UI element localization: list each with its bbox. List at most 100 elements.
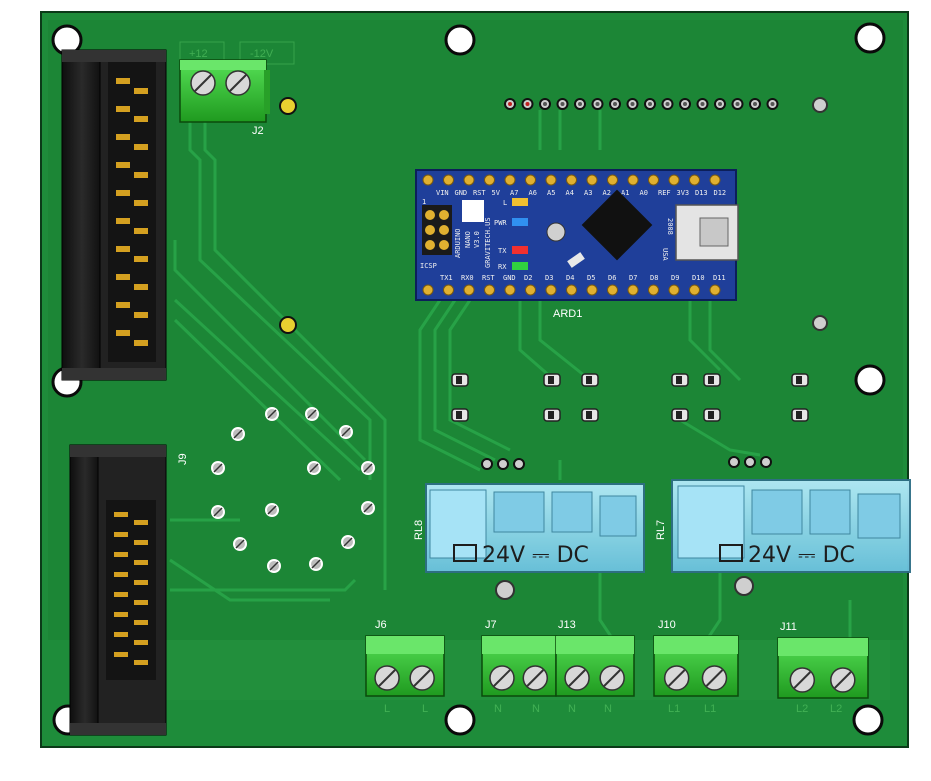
- arduino-top-pin-label: GND: [455, 189, 468, 197]
- arduino-top-pin-label: 3V3: [677, 189, 690, 197]
- arduino-year: 2008: [666, 218, 674, 235]
- header-pin: [116, 134, 130, 140]
- silk-j6-b: L: [422, 703, 428, 715]
- smd-part-body: [708, 376, 714, 384]
- arduino-pin: [586, 174, 598, 186]
- led-pwr-label: PWR: [494, 219, 507, 227]
- header-pin: [114, 552, 128, 557]
- terminal-j6: [365, 635, 445, 697]
- pin-center: [683, 102, 687, 106]
- arduino-one-label: 1: [422, 198, 426, 206]
- arduino-brand: ARDUINO: [454, 228, 462, 258]
- arduino-bottom-pin-label: TX1: [440, 274, 453, 282]
- pin-center: [525, 102, 530, 106]
- arduino-bottom-pin-label: D7: [629, 274, 637, 282]
- mounting-hole-top-right: [854, 22, 886, 54]
- arduino-pin: [607, 284, 618, 296]
- terminal-j7: [481, 635, 557, 697]
- ribbon-header-top: [61, 49, 167, 381]
- header-pin: [116, 246, 130, 252]
- reset-button: [546, 222, 566, 242]
- header-pin: [114, 632, 128, 637]
- arduino-pin: [422, 174, 434, 186]
- silk-j6-a: L: [384, 703, 390, 715]
- mounting-hole-bottom-right: [852, 704, 884, 736]
- arduino-nano-module: VIN GND RST 5V A7 A6 A5 A4 A3 A2 A1 A0 REF 3V3 D13 D12 …: [415, 169, 739, 301]
- terminal-j13: [555, 635, 635, 697]
- silk-j7-b: N: [532, 703, 540, 715]
- header-pin: [116, 330, 130, 336]
- pcb-lower-region: [70, 640, 890, 700]
- header-pin: [134, 660, 148, 665]
- pin-center: [718, 102, 722, 106]
- pin-center: [595, 102, 600, 106]
- header-pin: [114, 612, 128, 617]
- arduino-pin: [566, 284, 577, 296]
- yellow-pad: [279, 316, 297, 334]
- header-pin: [134, 520, 148, 525]
- label-rl7: RL7: [655, 520, 667, 540]
- smd-part-body: [456, 411, 462, 419]
- header-pin: [116, 106, 130, 112]
- header-pin: [134, 312, 148, 318]
- header-pin: [116, 78, 130, 84]
- arduino-pin: [463, 174, 475, 186]
- header-pin: [134, 144, 148, 150]
- header-pin: [116, 302, 130, 308]
- arduino-top-pin-label: VIN: [436, 189, 449, 197]
- arduino-pin: [422, 284, 434, 296]
- arduino-logo-block: [462, 200, 484, 222]
- header-pin: [134, 284, 148, 290]
- led-tx: [512, 246, 528, 254]
- led-tx-label: TX: [498, 247, 507, 255]
- arduino-pin: [627, 284, 639, 296]
- arduino-pin: [627, 174, 639, 186]
- arduino-pin: [443, 284, 454, 296]
- pin-center: [543, 102, 547, 106]
- pin-center: [613, 102, 617, 106]
- arduino-pin: [443, 174, 454, 186]
- arduino-pin: [709, 284, 721, 296]
- smd-part-body: [548, 376, 554, 384]
- header-pin: [114, 592, 128, 597]
- arduino-pin: [566, 174, 577, 186]
- label-j6: J6: [375, 619, 387, 631]
- arduino-pin: [504, 174, 516, 186]
- arduino-bottom-pin-label: D10: [692, 274, 705, 282]
- arduino-bottom-pin-label: D5: [587, 274, 595, 282]
- arduino-top-pin-label: D12: [714, 189, 727, 197]
- arduino-top-pin-label: D13: [695, 189, 708, 197]
- header-pin: [134, 640, 148, 645]
- arduino-top-pin-label: A6: [529, 189, 537, 197]
- header-pin: [134, 560, 148, 565]
- arduino-maker: GRAVITECH.US: [484, 217, 492, 268]
- arduino-bottom-pin-label: D11: [713, 274, 726, 282]
- smd-part-body: [548, 411, 554, 419]
- header-pin: [134, 88, 148, 94]
- arduino-pin: [525, 174, 536, 186]
- header-pin: [134, 580, 148, 585]
- silk-j13-b: N: [604, 703, 612, 715]
- arduino-bottom-pin-label: D6: [608, 274, 616, 282]
- pin-center: [753, 102, 757, 106]
- arduino-pin: [668, 174, 680, 186]
- silk-plus12: +12: [189, 48, 208, 60]
- arduino-top-pin-label: 5V: [492, 189, 501, 197]
- mounting-hole-bottom-mid: [444, 704, 476, 736]
- header-pin: [134, 172, 148, 178]
- label-rl8: RL8: [413, 520, 425, 540]
- j2-terminal-block: [179, 59, 270, 123]
- smd-part-body: [586, 411, 592, 419]
- label-j13: J13: [558, 619, 576, 631]
- arduino-pin: [504, 284, 516, 296]
- label-j10: J10: [658, 619, 676, 631]
- arduino-version: V3.0: [473, 231, 481, 248]
- arduino-pin: [545, 284, 557, 296]
- pin-center: [560, 102, 565, 106]
- arduino-top-pin-label: REF: [658, 189, 671, 197]
- smd-part-body: [676, 376, 682, 384]
- pin-center: [770, 102, 775, 106]
- icsp-header: [422, 205, 452, 255]
- arduino-top-pin-label: A5: [547, 189, 555, 197]
- smd-part-body: [456, 376, 462, 384]
